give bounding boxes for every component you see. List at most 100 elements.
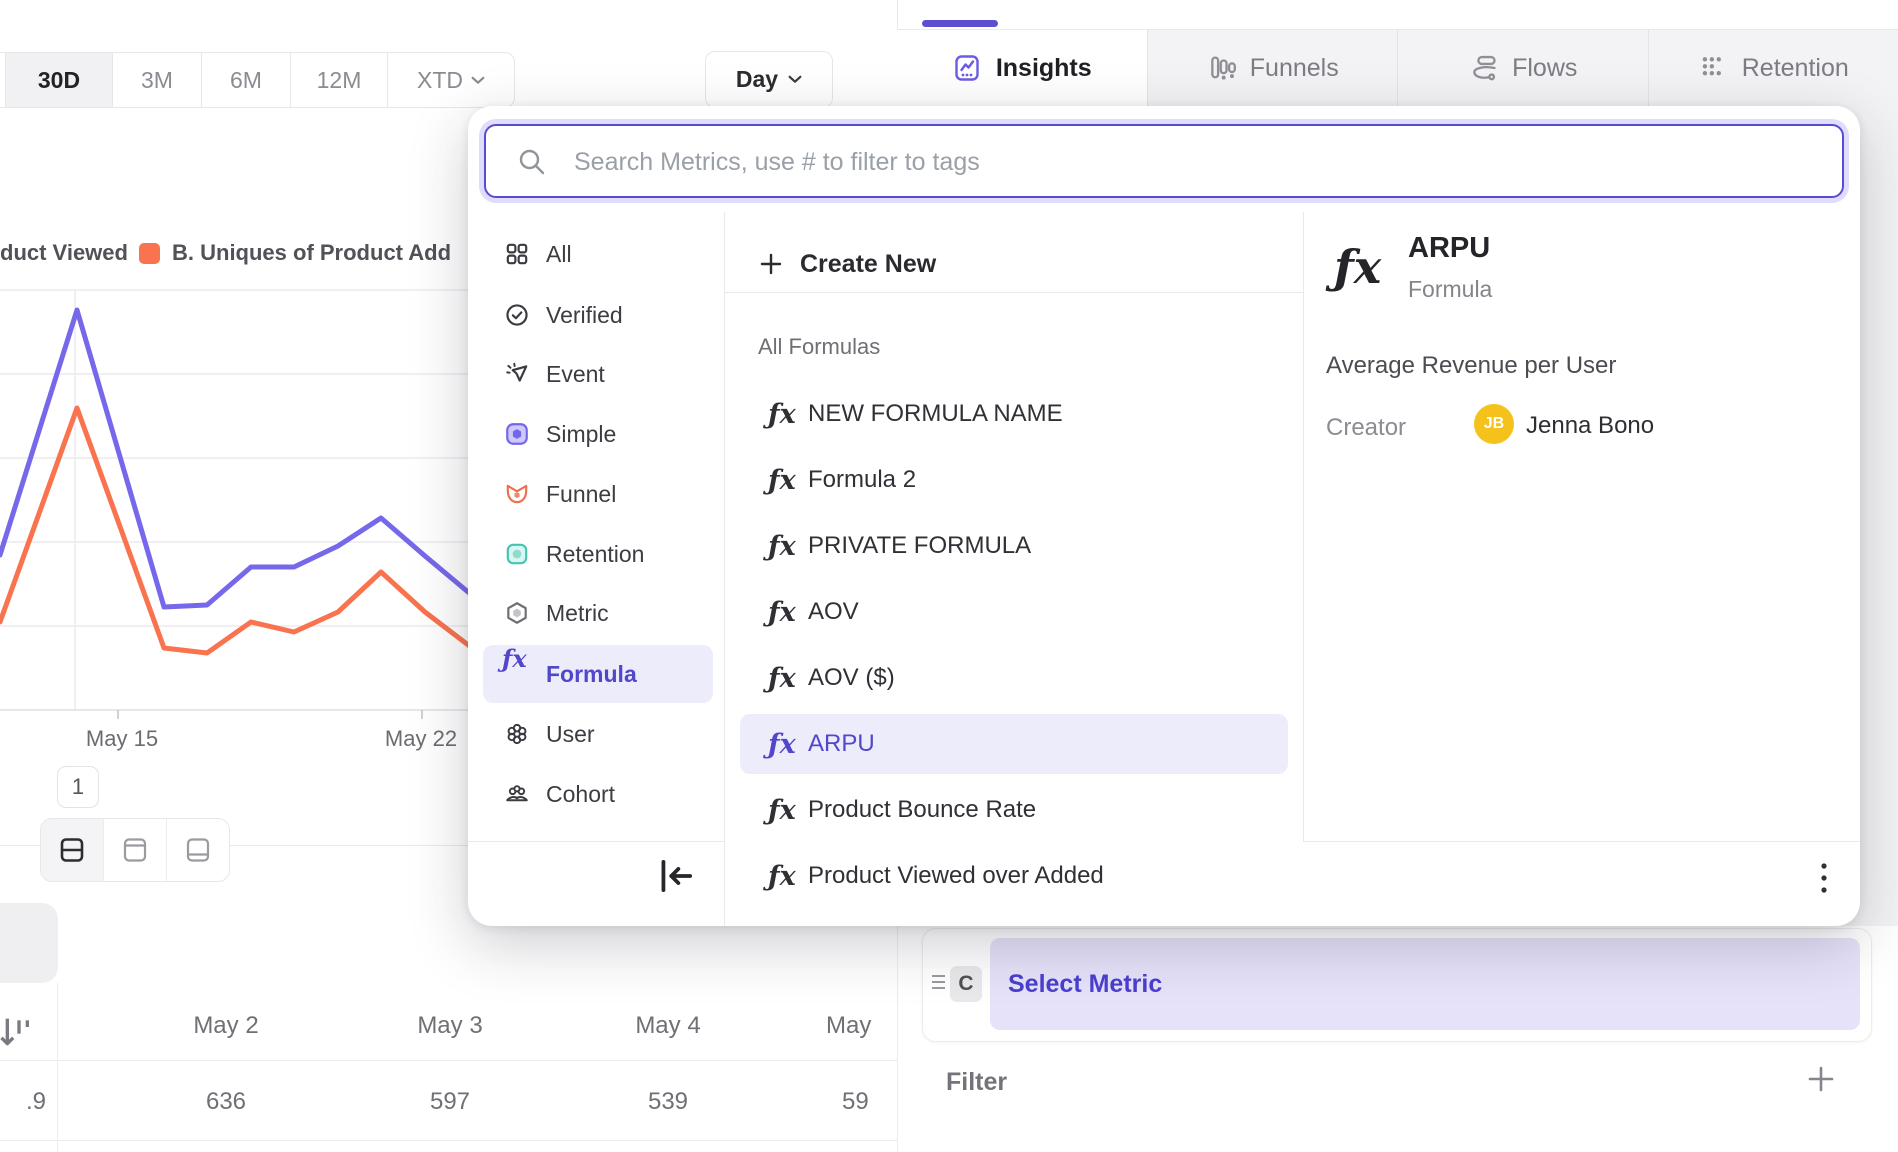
detail-creator-name: Jenna Bono: [1526, 412, 1654, 440]
funnels-icon: [1206, 53, 1236, 83]
legend-series-a-label[interactable]: duct Viewed: [0, 240, 128, 266]
category-user-label: User: [546, 721, 595, 748]
category-formula[interactable]: ƒx Formula: [468, 646, 724, 702]
fx-icon: ƒx: [768, 465, 796, 496]
kebab-menu-icon[interactable]: [1804, 854, 1844, 902]
user-cluster-icon: [504, 721, 530, 747]
granularity-dropdown[interactable]: Day: [705, 51, 833, 108]
category-metric[interactable]: Metric: [468, 585, 724, 641]
flows-icon: [1468, 53, 1498, 83]
fx-icon: ƒx: [768, 795, 796, 826]
formula-item-label: Product Bounce Rate: [808, 796, 1036, 824]
search-icon: [516, 146, 548, 178]
avatar: JB: [1474, 404, 1514, 444]
table-cell: 597: [350, 1080, 550, 1124]
layout-toggle-group: [40, 818, 230, 882]
add-filter-button[interactable]: [1804, 1062, 1838, 1096]
divider: [57, 983, 58, 1152]
tab-insights[interactable]: Insights: [897, 30, 1148, 106]
tab-funnels-label: Funnels: [1250, 54, 1339, 83]
layout-split-button[interactable]: [41, 819, 104, 881]
verified-badge-icon: [504, 302, 530, 328]
layout-bottom-icon: [183, 835, 213, 865]
category-all[interactable]: All: [468, 226, 724, 282]
formula-item-label: Formula 2: [808, 466, 916, 494]
range-6m-button[interactable]: 6M: [202, 53, 291, 107]
fx-icon: ƒx: [768, 663, 796, 694]
category-cohort[interactable]: Cohort: [468, 766, 724, 822]
formula-item[interactable]: ƒx Formula 2: [740, 450, 1288, 510]
detail-title: ARPU: [1408, 232, 1490, 265]
formula-section-label: All Formulas: [758, 334, 880, 360]
simple-metric-icon: [504, 421, 530, 447]
category-event-label: Event: [546, 361, 605, 388]
legend-series-b-swatch: [139, 243, 160, 264]
tab-funnels[interactable]: Funnels: [1148, 30, 1399, 106]
range-xtd-label: XTD: [417, 67, 463, 94]
layout-chart-only-button[interactable]: [104, 819, 167, 881]
category-metric-label: Metric: [546, 600, 609, 627]
table-header-may4[interactable]: May 4: [568, 1004, 768, 1048]
sort-icon[interactable]: [0, 1012, 34, 1052]
category-funnel-label: Funnel: [546, 481, 616, 508]
category-verified-label: Verified: [546, 302, 623, 329]
table-row-label-partial: .9: [0, 1080, 46, 1124]
formula-item-selected[interactable]: ƒx ARPU: [740, 714, 1288, 774]
table-header-may3[interactable]: May 3: [350, 1004, 550, 1048]
analysis-tab-bar: Insights Funnels Flows: [897, 30, 1898, 106]
chevron-down-icon: [471, 76, 485, 85]
table-header-may2[interactable]: May 2: [126, 1004, 326, 1048]
select-metric-label[interactable]: Select Metric: [1008, 938, 1162, 1030]
page-number-button[interactable]: 1: [57, 766, 99, 808]
filter-section-label: Filter: [946, 1068, 1007, 1097]
date-range-control: 30D 3M 6M 12M XTD: [0, 52, 515, 108]
detail-type-label: Formula: [1408, 276, 1492, 303]
create-new-button[interactable]: Create New: [758, 236, 936, 292]
formula-fx-icon: ƒx: [502, 644, 528, 670]
divider: [1303, 841, 1860, 842]
divider: [468, 841, 724, 842]
formula-item[interactable]: ƒx AOV ($): [740, 648, 1288, 708]
formula-item-label: AOV: [808, 598, 859, 626]
collapse-sidebar-icon[interactable]: [654, 856, 698, 896]
formula-item-label: NEW FORMULA NAME: [808, 400, 1063, 428]
formula-item[interactable]: ƒx Product Viewed over Added: [740, 846, 1288, 906]
category-funnel[interactable]: Funnel: [468, 466, 724, 522]
tab-flows[interactable]: Flows: [1398, 30, 1649, 106]
category-event[interactable]: Event: [468, 346, 724, 402]
event-cursor-icon: [504, 361, 530, 387]
divider: [1303, 212, 1304, 841]
row-header-tab: [0, 903, 58, 983]
tab-flows-label: Flows: [1512, 54, 1577, 83]
category-simple[interactable]: Simple: [468, 406, 724, 462]
range-xtd-button[interactable]: XTD: [388, 53, 514, 107]
create-new-label: Create New: [800, 250, 936, 279]
range-30d-button[interactable]: 30D: [6, 53, 113, 107]
category-verified[interactable]: Verified: [468, 287, 724, 343]
category-user[interactable]: User: [468, 706, 724, 762]
formula-item[interactable]: ƒx Product Bounce Rate: [740, 780, 1288, 840]
tab-retention[interactable]: Retention: [1649, 30, 1898, 106]
tab-retention-label: Retention: [1742, 54, 1849, 83]
formula-item[interactable]: ƒx PRIVATE FORMULA: [740, 516, 1288, 576]
category-retention[interactable]: Retention: [468, 526, 724, 582]
formula-item[interactable]: ƒx AOV: [740, 582, 1288, 642]
detail-description: Average Revenue per User: [1326, 352, 1616, 380]
retention-metric-icon: [504, 541, 530, 567]
formula-item-label: ARPU: [808, 730, 875, 758]
range-3m-button[interactable]: 3M: [113, 53, 202, 107]
fx-icon: ƒx: [768, 861, 796, 892]
cohort-people-icon: [504, 781, 530, 807]
metric-search-box: [484, 124, 1844, 198]
layout-split-icon: [57, 835, 87, 865]
insights-icon: [952, 53, 982, 83]
category-all-label: All: [546, 241, 572, 268]
layout-table-only-button[interactable]: [167, 819, 229, 881]
metric-search-input[interactable]: [572, 126, 1826, 198]
detail-creator-label: Creator: [1326, 414, 1406, 442]
divider: [0, 1060, 897, 1061]
range-12m-button[interactable]: 12M: [291, 53, 388, 107]
metric-hexagon-icon: [504, 600, 530, 626]
drag-handle-icon[interactable]: [930, 972, 948, 992]
formula-item[interactable]: ƒx NEW FORMULA NAME: [740, 384, 1288, 444]
